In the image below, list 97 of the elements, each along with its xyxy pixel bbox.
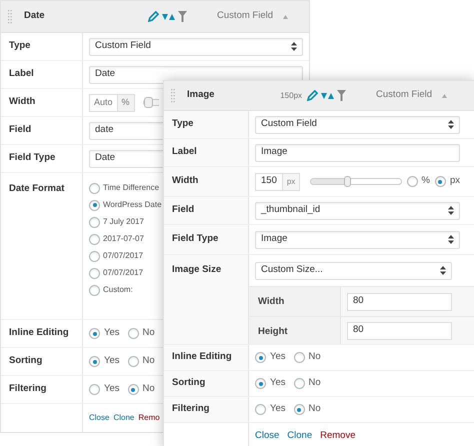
slider-thumb[interactable]	[344, 176, 352, 187]
filter-icon[interactable]	[178, 11, 188, 22]
action-link[interactable]: Clone	[287, 428, 312, 444]
select-arrows-icon	[448, 120, 454, 129]
radio-button[interactable]	[89, 200, 100, 210]
radio-label: No	[142, 354, 155, 368]
radio-button[interactable]	[294, 352, 304, 363]
input-field[interactable]: 80	[347, 292, 452, 310]
radio-button[interactable]	[89, 268, 100, 278]
select-field[interactable]: Custom Size...	[255, 262, 452, 280]
slider-thumb[interactable]	[144, 97, 153, 108]
setting-label: Width	[164, 167, 249, 196]
radio-button[interactable]	[89, 182, 100, 194]
collapse-caret-icon[interactable]	[283, 14, 288, 18]
select-arrows-icon	[440, 266, 446, 275]
radio-button[interactable]	[89, 328, 100, 339]
radio-button[interactable]	[434, 176, 446, 187]
radio-label: Yes	[270, 376, 286, 390]
width-note: 150px	[280, 90, 302, 102]
setting-label: Type	[164, 111, 249, 138]
radio-label: Custom:	[103, 284, 133, 296]
collapse-caret-icon[interactable]	[442, 94, 447, 98]
radio-button[interactable]	[255, 352, 266, 363]
unit-option[interactable]: Auto	[90, 94, 117, 110]
radio-button[interactable]	[294, 378, 304, 389]
radio-label: 07/07/2017	[103, 267, 144, 279]
slider-track[interactable]	[310, 178, 402, 185]
action-link[interactable]: Remo	[138, 412, 160, 424]
radio-label: %	[422, 174, 430, 188]
width-field[interactable]: 150 px	[255, 172, 300, 190]
radio-button[interactable]	[89, 284, 100, 296]
radio-label: 2017-07-07	[103, 233, 144, 245]
radio-button[interactable]	[89, 356, 100, 367]
select-arrows-icon	[291, 42, 297, 51]
action-link[interactable]: Close	[89, 412, 110, 424]
radio-label: px	[450, 174, 460, 188]
input-field[interactable]: 80	[347, 322, 452, 340]
radio-label: No	[142, 326, 155, 340]
column-title: Date	[24, 9, 45, 24]
radio-label: Yes	[270, 350, 286, 364]
radio-label: Yes	[270, 402, 286, 416]
radio-label: Yes	[104, 354, 120, 368]
select-field[interactable]: Custom Field	[255, 116, 460, 134]
radio-button[interactable]	[89, 250, 100, 262]
input-field[interactable]: Image	[255, 144, 460, 162]
radio-label: No	[308, 402, 321, 416]
pencil-icon[interactable]	[148, 11, 160, 22]
radio-label: Yes	[104, 326, 120, 340]
setting-label: Image Size	[164, 255, 249, 344]
column-type: Custom Field	[376, 88, 432, 102]
radio-button[interactable]	[89, 384, 100, 395]
radio-button[interactable]	[128, 384, 138, 395]
radio-label: 07/07/2017	[103, 250, 144, 262]
drag-handle-icon[interactable]	[8, 10, 12, 24]
setting-label: Field Type	[164, 225, 249, 254]
panel-header[interactable]: Image 150px Custom Field	[164, 81, 474, 111]
slider-track[interactable]	[142, 99, 159, 106]
setting-label: Inline Editing	[164, 345, 249, 370]
select-arrows-icon	[448, 235, 454, 244]
unit-label: px	[282, 174, 300, 190]
panel-header[interactable]: Date Custom Field	[1, 1, 309, 33]
sort-icon[interactable]	[162, 12, 176, 20]
subfield-label: Width	[249, 287, 341, 316]
radio-label: Time Difference	[103, 182, 160, 194]
pencil-icon[interactable]	[307, 90, 318, 101]
sort-icon[interactable]	[321, 92, 334, 100]
radio-button[interactable]	[255, 378, 266, 389]
radio-label: No	[308, 350, 321, 364]
unit-option[interactable]: %	[116, 94, 134, 110]
setting-label: Field	[164, 197, 249, 224]
setting-label: Sorting	[164, 371, 249, 396]
action-link[interactable]: Close	[255, 428, 280, 444]
radio-button[interactable]	[406, 176, 418, 187]
setting-label: Filtering	[164, 397, 249, 422]
select-field[interactable]: Image	[255, 230, 460, 248]
column-type: Custom Field	[217, 9, 273, 24]
filter-icon[interactable]	[337, 90, 346, 101]
radio-label: No	[142, 382, 155, 396]
radio-button[interactable]	[128, 328, 138, 339]
radio-button[interactable]	[89, 216, 100, 228]
action-link[interactable]: Clone	[113, 412, 134, 424]
radio-button[interactable]	[294, 404, 304, 415]
radio-button[interactable]	[128, 356, 138, 367]
radio-label: 7 July 2017	[103, 216, 144, 228]
select-arrows-icon	[448, 206, 454, 215]
action-link[interactable]: Remove	[320, 428, 356, 444]
select-field[interactable]: Custom Field	[89, 38, 303, 56]
radio-label: Yes	[104, 382, 120, 396]
column-title: Image	[187, 88, 214, 102]
radio-label: WordPress Date	[103, 199, 162, 211]
drag-handle-icon[interactable]	[171, 88, 175, 102]
select-field[interactable]: _thumbnail_id	[255, 202, 460, 220]
radio-label: No	[308, 376, 321, 390]
radio-button[interactable]	[89, 234, 100, 244]
subfield-label: Height	[249, 317, 341, 344]
setting-label: Label	[164, 139, 249, 166]
radio-button[interactable]	[255, 404, 266, 415]
